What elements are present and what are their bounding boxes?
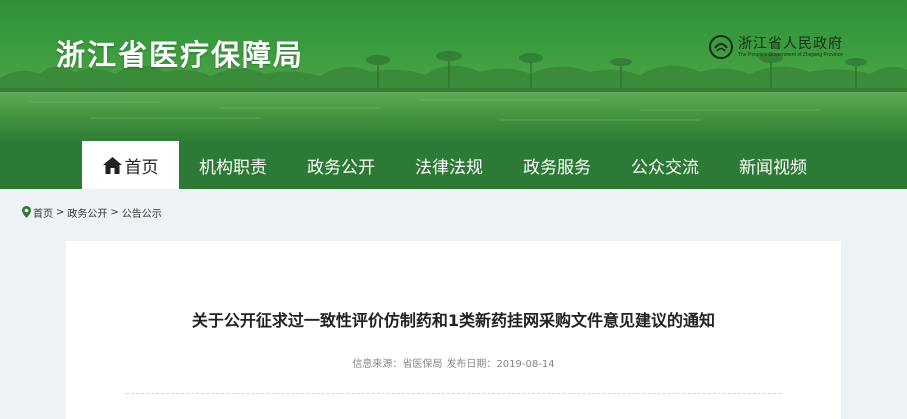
source-label: 信息来源： [352, 359, 403, 370]
divider [126, 393, 781, 394]
nav-item-home[interactable]: 首页 [82, 141, 179, 189]
nav-item-label: 政务服务 [523, 157, 591, 178]
breadcrumb-announcements[interactable]: 公告公示 [122, 205, 162, 220]
emblem-icon [709, 35, 733, 59]
date-label: 发布日期： [446, 359, 497, 370]
nav-item-government-affairs-disclosure[interactable]: 政务公开 [287, 141, 395, 189]
main-navigation: 首页 机构职责 政务公开 法律法规 政务服务 公众交流 新闻视频 [0, 141, 907, 189]
nav-item-label: 法律法规 [415, 157, 483, 178]
zhejiang-government-logo[interactable]: 浙江省人民政府 The People's Government of Zheji… [708, 32, 843, 62]
nav-item-institution-duties[interactable]: 机构职责 [179, 141, 287, 189]
header-banner: 浙江省医疗保障局 浙江省人民政府 The People's Government… [0, 0, 907, 141]
nav-item-government-services[interactable]: 政务服务 [503, 141, 611, 189]
nav-item-label: 首页 [124, 157, 159, 178]
nav-item-label: 公众交流 [631, 157, 699, 178]
location-pin-icon [22, 206, 31, 218]
breadcrumb-separator: > [110, 206, 119, 218]
article-card: 关于公开征求过一致性评价仿制药和1类新药挂网采购文件意见建议的通知 信息来源：省… [66, 241, 841, 419]
breadcrumb-government-affairs-disclosure[interactable]: 政务公开 [67, 205, 107, 220]
gov-logo-subtitle: The People's Government of Zhejiang Prov… [738, 51, 843, 58]
breadcrumb: 首页 > 政务公开 > 公告公示 [22, 204, 162, 220]
nav-item-public-communication[interactable]: 公众交流 [611, 141, 719, 189]
nav-item-news-video[interactable]: 新闻视频 [719, 141, 827, 189]
nav-list: 首页 机构职责 政务公开 法律法规 政务服务 公众交流 新闻视频 [82, 141, 827, 189]
home-icon [102, 156, 122, 174]
site-title[interactable]: 浙江省医疗保障局 [56, 32, 304, 74]
breadcrumb-home[interactable]: 首页 [33, 205, 53, 220]
gov-logo-name: 浙江省人民政府 [738, 35, 843, 52]
nav-item-label: 新闻视频 [739, 157, 807, 178]
nav-item-laws-regulations[interactable]: 法律法规 [395, 141, 503, 189]
nav-item-label: 政务公开 [307, 157, 375, 178]
source-value: 省医保局 [402, 359, 443, 370]
breadcrumb-separator: > [56, 206, 65, 218]
nav-item-label: 机构职责 [199, 157, 267, 178]
date-value: 2019-08-14 [496, 359, 555, 370]
article-meta: 信息来源：省医保局 发布日期：2019-08-14 [66, 355, 841, 370]
article-title: 关于公开征求过一致性评价仿制药和1类新药挂网采购文件意见建议的通知 [191, 311, 716, 330]
page: 浙江省医疗保障局 浙江省人民政府 The People's Government… [0, 0, 907, 419]
